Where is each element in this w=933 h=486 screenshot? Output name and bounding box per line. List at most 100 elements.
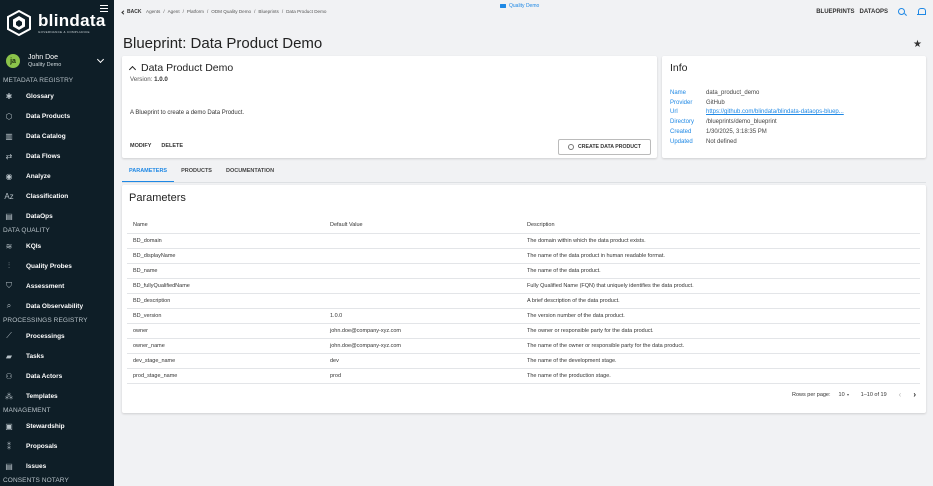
brand-name: blindata bbox=[38, 11, 106, 30]
sidebar-item-classification[interactable]: Az Classification bbox=[0, 186, 114, 206]
previous-page-icon[interactable]: ‹ bbox=[899, 390, 902, 399]
sidebar-item-stewardship[interactable]: ▣ Stewardship bbox=[0, 416, 114, 436]
info-row: Created 1/30/2025, 3:18:35 PM bbox=[670, 127, 844, 137]
sidebar-item-dataops[interactable]: ▤ DataOps bbox=[0, 206, 114, 226]
brand-logo[interactable]: blindata GOVERNANCE & COMPLIANCE bbox=[0, 0, 114, 46]
parameter-name: BD_version bbox=[127, 308, 324, 324]
version-value: 1.0.0 bbox=[154, 76, 168, 83]
breadcrumb-item[interactable]: ODM Quality Demo bbox=[211, 9, 251, 14]
sidebar-item-tasks[interactable]: ▰ Tasks bbox=[0, 346, 114, 366]
column-header-name[interactable]: Name bbox=[127, 218, 324, 234]
tab-parameters[interactable]: PARAMETERS bbox=[122, 163, 175, 182]
breadcrumb-separator: / bbox=[182, 9, 184, 14]
sidebar-section-title: CONSENTS NOTARY bbox=[3, 477, 69, 484]
sidebar-section-title: DATA QUALITY bbox=[3, 227, 50, 234]
blueprint-version: Version: 1.0.0 bbox=[130, 76, 168, 83]
create-data-product-button[interactable]: CREATE DATA PRODUCT bbox=[558, 139, 651, 155]
back-label: BACK bbox=[127, 9, 142, 15]
bell-icon[interactable] bbox=[917, 7, 926, 16]
sidebar-item-data-products[interactable]: ⬡ Data Products bbox=[0, 106, 114, 126]
breadcrumb-separator: / bbox=[254, 9, 256, 14]
info-value: data_product_demo bbox=[706, 89, 760, 96]
proposals-icon: ⁑ bbox=[7, 441, 11, 451]
next-page-icon[interactable]: › bbox=[913, 390, 916, 399]
user-name: John Doe bbox=[28, 54, 58, 61]
info-row: Directory/blueprints/demo_blueprint bbox=[670, 117, 844, 127]
tab-documentation[interactable]: DOCUMENTATION bbox=[219, 163, 281, 182]
sidebar-item-quality-probes[interactable]: ⫶ Quality Probes bbox=[0, 256, 114, 276]
parameter-description: The name of the owner or responsible par… bbox=[521, 338, 920, 354]
breadcrumb-item[interactable]: Platform bbox=[187, 9, 204, 14]
people-icon: ⚇ bbox=[5, 371, 13, 381]
classification-icon: Az bbox=[4, 191, 14, 201]
info-key: Url bbox=[670, 109, 678, 116]
tab-divider bbox=[122, 182, 926, 183]
column-header-description[interactable]: Description bbox=[521, 218, 920, 234]
blueprint-header[interactable]: Data Product Demo bbox=[128, 62, 233, 74]
sidebar-item-label: Data Products bbox=[26, 112, 71, 120]
star-icon[interactable]: ★ bbox=[913, 39, 922, 50]
top-bar: BACK Agents / Agent / Platform / ODM Quality D… bbox=[114, 0, 933, 24]
info-row: Updated Not defined bbox=[670, 137, 844, 147]
sidebar-item-data-actors[interactable]: ⚇ Data Actors bbox=[0, 366, 114, 386]
parameter-default-value: john.doe@company-xyz.com bbox=[324, 323, 521, 339]
sidebar-item-processings[interactable]: ⟋ Processings bbox=[0, 326, 114, 346]
sidebar-item-kqis[interactable]: ≋ KQIs bbox=[0, 236, 114, 256]
table-row: BD_fullyQualifiedName Fully Qualified Nam… bbox=[127, 278, 920, 294]
signal-icon: ≋ bbox=[5, 241, 13, 251]
shield-icon: ⛉ bbox=[6, 281, 12, 290]
info-key: Directory bbox=[670, 119, 695, 126]
chevron-up-icon bbox=[128, 65, 137, 74]
info-value: GitHub bbox=[706, 99, 725, 106]
parameter-default-value: 1.0.0 bbox=[324, 308, 521, 324]
breadcrumb-separator: / bbox=[163, 9, 165, 14]
blueprints-link[interactable]: BLUEPRINTS bbox=[816, 9, 854, 15]
rows-per-page-select[interactable]: 10 bbox=[839, 392, 845, 398]
sidebar: blindata GOVERNANCE & COMPLIANCE ja John… bbox=[0, 0, 114, 486]
dataops-link[interactable]: DATAOPS bbox=[860, 9, 888, 15]
parameter-description: Fully Qualified Name (FQN) that uniquely… bbox=[521, 278, 920, 294]
sidebar-item-glossary[interactable]: ✱ Glossary bbox=[0, 86, 114, 106]
sidebar-item-label: Assessment bbox=[26, 282, 65, 290]
parameter-name: BD_description bbox=[127, 293, 324, 309]
info-row: Url https://github.com/blindata/blindata-… bbox=[670, 108, 844, 118]
modify-button[interactable]: MODIFY bbox=[130, 143, 151, 149]
sidebar-item-data-catalog[interactable]: ▥ Data Catalog bbox=[0, 126, 114, 146]
rows-per-page-label: Rows per page: bbox=[792, 391, 831, 398]
sidebar-item-proposals[interactable]: ⁑ Proposals bbox=[0, 436, 114, 456]
info-url-link[interactable]: https://github.com/blindata/blindata-dat… bbox=[706, 109, 844, 115]
sidebar-nav: METADATA REGISTRY ✱ Glossary ⬡ Data Products… bbox=[0, 76, 114, 486]
blueprint-card: Data Product Demo Version: 1.0.0 A Bluep… bbox=[122, 56, 657, 158]
user-menu[interactable]: ja John Doe Quality Demo bbox=[0, 46, 114, 76]
breadcrumb-item[interactable]: Agent bbox=[168, 9, 180, 14]
breadcrumb-item[interactable]: Agents bbox=[146, 9, 160, 14]
parameter-default-value bbox=[324, 248, 521, 264]
info-row: Provider GitHub bbox=[670, 98, 844, 108]
sidebar-item-analyze[interactable]: ◉ Analyze bbox=[0, 166, 114, 186]
info-card: Info Name data_product_demo Provider GitHub… bbox=[662, 56, 926, 158]
parameter-name: BD_domain bbox=[127, 233, 324, 249]
delete-button[interactable]: DELETE bbox=[161, 143, 183, 149]
parameter-default-value: prod bbox=[324, 368, 521, 384]
tab-products[interactable]: PRODUCTS bbox=[174, 163, 219, 182]
parameter-default-value: john.doe@company-xyz.com bbox=[324, 338, 521, 354]
back-button[interactable]: BACK bbox=[121, 9, 142, 15]
column-header-default-value[interactable]: Default Value bbox=[324, 218, 521, 234]
sidebar-item-assessment[interactable]: ⛉ Assessment bbox=[0, 276, 114, 296]
caret-down-icon[interactable] bbox=[846, 393, 849, 396]
breadcrumb-item[interactable]: Blueprints bbox=[258, 9, 278, 14]
collapse-menu-icon[interactable] bbox=[100, 5, 108, 12]
sidebar-item-templates[interactable]: ⁂ Templates bbox=[0, 386, 114, 406]
sidebar-item-issues[interactable]: ▤ Issues bbox=[0, 456, 114, 476]
sidebar-item-data-flows[interactable]: ⇄ Data Flows bbox=[0, 146, 114, 166]
sidebar-item-data-observability[interactable]: ⌕ Data Observability bbox=[0, 296, 114, 316]
search-icon[interactable] bbox=[898, 8, 905, 15]
table-row: BD_displayName The name of the data produ… bbox=[127, 248, 920, 264]
sidebar-item-label: Classification bbox=[26, 192, 69, 200]
tabs: PARAMETERS PRODUCTS DOCUMENTATION bbox=[122, 163, 281, 182]
parameter-name: BD_fullyQualifiedName bbox=[127, 278, 324, 294]
context-selector[interactable]: Quality Demo bbox=[500, 3, 539, 9]
chevron-left-icon bbox=[121, 9, 126, 15]
breadcrumb-item[interactable]: Data Product Demo bbox=[286, 9, 326, 14]
parameter-default-value bbox=[324, 293, 521, 309]
